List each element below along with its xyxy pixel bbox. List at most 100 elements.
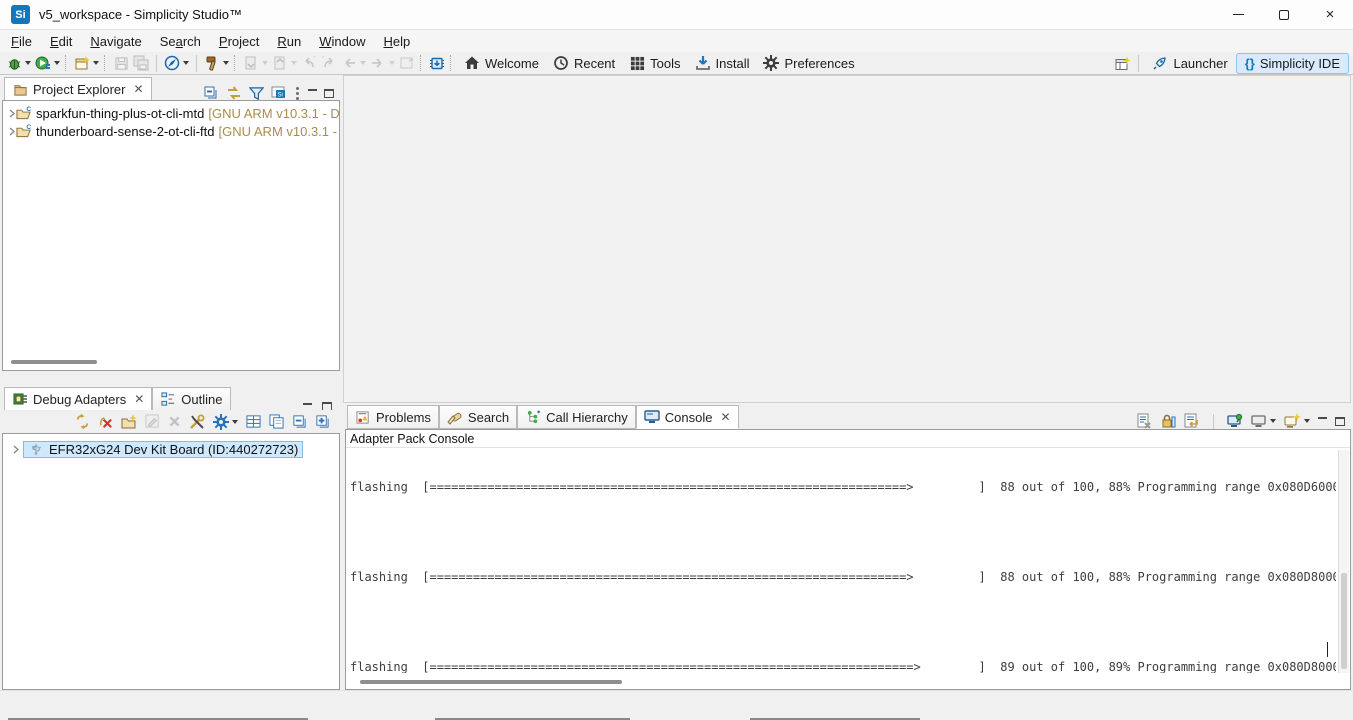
svg-text:*: *	[322, 56, 325, 62]
run-button[interactable]	[33, 53, 62, 73]
word-wrap-button[interactable]	[1184, 413, 1200, 429]
selected-adapter[interactable]: EFR32xG24 Dev Kit Board (ID:440272723)	[23, 441, 303, 458]
adapter-settings-button[interactable]	[213, 414, 238, 430]
tab-console[interactable]: Console ✕	[636, 405, 739, 429]
perspective-simplicity-ide-button[interactable]: {} Simplicity IDE	[1236, 53, 1349, 74]
tree-row-adapter[interactable]: EFR32xG24 Dev Kit Board (ID:440272723)	[3, 440, 339, 458]
close-tab-icon[interactable]: ✕	[720, 410, 730, 424]
back-edit-arrow-icon: *	[301, 55, 317, 71]
console-subtitle: Adapter Pack Console	[346, 430, 1350, 448]
adapter-tools-button[interactable]	[189, 414, 205, 430]
debug-adapters-tab-label: Debug Adapters	[33, 392, 126, 407]
filter-button[interactable]	[249, 86, 264, 101]
menu-run[interactable]: Run	[268, 32, 310, 51]
tab-problems[interactable]: Problems	[347, 405, 439, 429]
new-wizard-button[interactable]	[72, 53, 101, 73]
console-tab-label: Console	[665, 410, 713, 425]
close-button[interactable]: ×	[1307, 0, 1353, 29]
clear-console-button[interactable]	[1136, 413, 1152, 429]
chevron-right-icon[interactable]	[9, 109, 16, 118]
build-button[interactable]	[202, 53, 231, 73]
perspective-launcher-button[interactable]: Launcher	[1144, 53, 1235, 73]
tab-call-hierarchy[interactable]: Call Hierarchy	[517, 405, 636, 429]
adapter-device-label: EFR32xG24 Dev Kit Board (ID:440272723)	[49, 442, 298, 457]
tree-row-project[interactable]: C sparkfun-thing-plus-ot-cli-mtd [GNU AR…	[3, 104, 339, 122]
link-with-editor-button[interactable]	[226, 85, 242, 101]
install-button[interactable]: Install	[688, 55, 757, 71]
vertical-scrollbar[interactable]	[1338, 450, 1349, 673]
horizontal-scrollbar[interactable]	[11, 360, 97, 364]
welcome-button[interactable]: Welcome	[457, 55, 546, 71]
save-button[interactable]	[111, 53, 131, 73]
disconnect-adapter-button[interactable]	[98, 414, 113, 429]
title-bar: Si v5_workspace - Simplicity Studio™ ×	[0, 0, 1353, 30]
horizontal-scrollbar[interactable]	[360, 680, 622, 684]
project-name: thunderboard-sense-2-ot-cli-ftd	[36, 124, 214, 139]
view-menu-button[interactable]	[294, 87, 301, 100]
save-all-button[interactable]	[131, 53, 151, 73]
minimize-view-button[interactable]	[1318, 417, 1327, 420]
connect-adapter-button[interactable]	[75, 414, 90, 429]
debug-button[interactable]	[4, 53, 33, 73]
collapse-all-button[interactable]	[292, 414, 307, 429]
problems-tab-label: Problems	[376, 410, 431, 425]
scroll-lock-button[interactable]	[1160, 413, 1176, 429]
maximize-button[interactable]	[1261, 0, 1307, 29]
display-console-button[interactable]	[1251, 413, 1276, 429]
maximize-view-button[interactable]	[324, 89, 334, 98]
open-console-button[interactable]	[1284, 413, 1310, 429]
copy-view-button[interactable]	[269, 414, 284, 429]
rename-button[interactable]	[145, 414, 160, 429]
external-tools-button[interactable]	[241, 53, 270, 73]
tab-project-explorer[interactable]: Project Explorer ✕	[4, 77, 152, 101]
svg-text:C: C	[26, 124, 31, 131]
open-perspective-button[interactable]	[1113, 53, 1133, 73]
back-edit-button[interactable]: *	[299, 53, 319, 73]
new-editor-window-button[interactable]	[397, 53, 417, 73]
launch-console-button[interactable]	[162, 53, 191, 73]
maximize-view-button[interactable]	[1335, 417, 1345, 426]
new-group-button[interactable]	[121, 414, 137, 430]
flash-device-button[interactable]	[427, 53, 447, 73]
chevron-right-icon[interactable]	[9, 445, 23, 454]
tab-outline[interactable]: Outline	[152, 387, 230, 411]
menu-help[interactable]: Help	[374, 32, 419, 51]
open-perspective-icon	[1115, 55, 1131, 71]
close-tab-icon[interactable]: ✕	[134, 392, 144, 406]
svg-text:C: C	[26, 106, 31, 113]
minimize-view-button[interactable]	[303, 403, 312, 406]
menu-navigate[interactable]: Navigate	[81, 32, 150, 51]
back-nav-button[interactable]	[339, 53, 368, 73]
menu-project[interactable]: Project	[210, 32, 268, 51]
menu-window[interactable]: Window	[310, 32, 374, 51]
collapse-all-button[interactable]	[203, 85, 219, 101]
menu-edit[interactable]: Edit	[41, 32, 81, 51]
delete-adapter-button[interactable]	[168, 415, 181, 428]
close-tab-icon[interactable]: ✕	[133, 82, 143, 96]
menu-bar: File Edit Navigate Search Project Run Wi…	[0, 30, 1353, 52]
tab-debug-adapters[interactable]: Debug Adapters ✕	[4, 387, 152, 411]
pin-console-button[interactable]	[1227, 413, 1243, 429]
minimize-button[interactable]	[1215, 0, 1261, 29]
tab-search[interactable]: Search	[439, 405, 517, 429]
chevron-right-icon[interactable]	[9, 127, 16, 136]
profile-button[interactable]	[270, 53, 299, 73]
back-arrow-icon	[341, 55, 357, 71]
minimize-view-button[interactable]	[308, 89, 317, 92]
forward-edit-button[interactable]: *	[319, 53, 339, 73]
expand-all-button[interactable]	[315, 414, 330, 429]
tools-button[interactable]: Tools	[622, 55, 687, 71]
forward-nav-button[interactable]	[368, 53, 397, 73]
preferences-button[interactable]: Preferences	[756, 55, 861, 71]
profile-icon	[272, 55, 288, 71]
recent-button[interactable]: Recent	[546, 55, 622, 71]
table-view-button[interactable]	[246, 414, 261, 429]
menu-search[interactable]: Search	[151, 32, 210, 51]
menu-file[interactable]: File	[2, 32, 41, 51]
project-decoration: [GNU ARM v10.3.1 - D	[218, 124, 339, 139]
console-icon	[644, 409, 660, 425]
window-title: v5_workspace - Simplicity Studio™	[39, 7, 242, 22]
tree-row-project[interactable]: C thunderboard-sense-2-ot-cli-ftd [GNU A…	[3, 122, 339, 140]
focus-si-view-button[interactable]: Si	[271, 85, 287, 101]
console-output[interactable]: flashing [==============================…	[350, 450, 1336, 673]
